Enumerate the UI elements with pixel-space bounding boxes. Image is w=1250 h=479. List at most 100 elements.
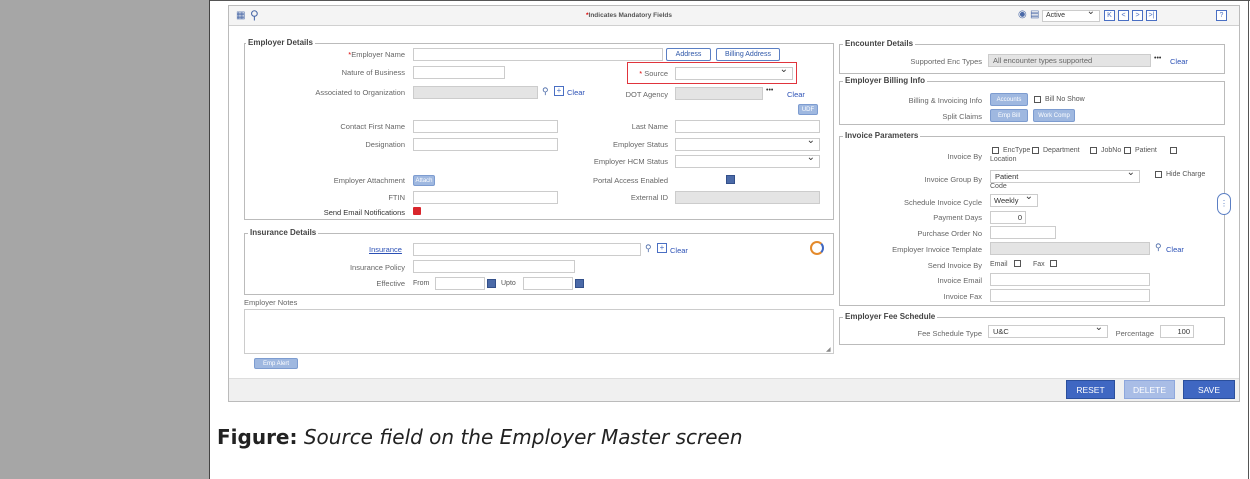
- next-record-button[interactable]: >: [1132, 10, 1143, 21]
- record-icon[interactable]: ◉: [1018, 9, 1027, 20]
- clear-template-link[interactable]: Clear: [1166, 245, 1184, 254]
- invoice-fax-input[interactable]: [990, 289, 1150, 302]
- department-checkbox[interactable]: [1032, 147, 1039, 154]
- insurance-input[interactable]: [413, 243, 641, 256]
- clear-org-link[interactable]: Clear: [567, 88, 585, 97]
- side-panel-handle[interactable]: ⋮: [1217, 193, 1231, 215]
- insurance-legend: Insurance Details: [248, 228, 319, 237]
- nature-of-business-input[interactable]: [413, 66, 505, 79]
- designation-input[interactable]: [413, 138, 558, 151]
- invoice-legend: Invoice Parameters: [843, 131, 921, 140]
- employer-hcm-status-select[interactable]: [675, 152, 820, 168]
- clear-dot-link[interactable]: Clear: [787, 90, 805, 99]
- add-org-button[interactable]: +: [554, 86, 564, 96]
- dot-agency-label: DOT Agency: [625, 90, 668, 99]
- contact-first-name-input[interactable]: [413, 120, 558, 133]
- jobno-label: JobNo: [1101, 147, 1122, 154]
- last-record-button[interactable]: >|: [1146, 10, 1157, 21]
- fax-checkbox[interactable]: [1050, 260, 1057, 267]
- contact-first-name-label: Contact First Name: [340, 122, 405, 131]
- first-record-button[interactable]: K: [1104, 10, 1115, 21]
- external-id-input: [675, 191, 820, 204]
- effective-upto-input[interactable]: [523, 277, 573, 290]
- attach-button[interactable]: Attach: [413, 175, 435, 186]
- insurance-policy-input[interactable]: [413, 260, 575, 273]
- bill-no-show-checkbox[interactable]: [1034, 96, 1041, 103]
- reset-button[interactable]: RESET: [1066, 380, 1115, 399]
- grid-icon[interactable]: ▦: [236, 10, 245, 21]
- insurance-link[interactable]: Insurance: [369, 245, 402, 254]
- clear-enc-link[interactable]: Clear: [1170, 57, 1188, 66]
- dot-agency-more-button[interactable]: •••: [766, 87, 773, 94]
- employer-details-legend: Employer Details: [246, 38, 315, 47]
- status-select[interactable]: Active: [1042, 7, 1100, 22]
- from-calendar-icon[interactable]: [487, 279, 496, 288]
- upto-calendar-icon[interactable]: [575, 279, 584, 288]
- patient-checkbox[interactable]: [1124, 147, 1131, 154]
- effective-from-input[interactable]: [435, 277, 485, 290]
- location-checkbox[interactable]: [1170, 147, 1177, 154]
- employer-hcm-status-label: Employer HCM Status: [593, 157, 668, 166]
- insurance-lookup-icon[interactable]: ⚲: [645, 243, 652, 254]
- fee-schedule-type-select[interactable]: U&C: [988, 322, 1108, 338]
- help-button[interactable]: ?: [1216, 10, 1227, 21]
- source-select[interactable]: [675, 64, 793, 80]
- clear-insurance-link[interactable]: Clear: [670, 246, 688, 255]
- patient-label: Patient: [1135, 147, 1157, 154]
- po-no-input[interactable]: [990, 226, 1056, 239]
- refresh-icon[interactable]: [810, 241, 824, 255]
- payment-days-input[interactable]: 0: [990, 211, 1026, 224]
- department-label: Department: [1043, 147, 1080, 154]
- enctype-checkbox[interactable]: [992, 147, 999, 154]
- invoice-by-label: Invoice By: [947, 152, 982, 161]
- employer-name-input[interactable]: [413, 48, 663, 61]
- delete-button[interactable]: DELETE: [1124, 380, 1175, 399]
- resize-handle[interactable]: ◢: [826, 346, 831, 353]
- schedule-cycle-label: Schedule Invoice Cycle: [904, 198, 982, 207]
- email-option-label: Email: [990, 261, 1008, 268]
- invoice-group-by-label: Invoice Group By: [924, 175, 982, 184]
- designation-label: Designation: [365, 140, 405, 149]
- external-id-label: External ID: [630, 193, 668, 202]
- billing-invoicing-label: Billing & Invoicing Info: [908, 96, 982, 105]
- add-insurance-button[interactable]: +: [657, 243, 667, 253]
- invoice-email-input[interactable]: [990, 273, 1150, 286]
- work-comp-button[interactable]: Work Comp: [1033, 109, 1075, 122]
- employer-status-select[interactable]: [675, 135, 820, 151]
- email-checkbox[interactable]: [1014, 260, 1021, 267]
- invoice-template-input: [990, 242, 1150, 255]
- employer-notes-textarea[interactable]: [244, 309, 834, 354]
- hide-charge-checkbox[interactable]: [1155, 171, 1162, 178]
- payment-days-label: Payment Days: [933, 213, 982, 222]
- udf-button[interactable]: UDF: [798, 104, 818, 115]
- jobno-checkbox[interactable]: [1090, 147, 1097, 154]
- insurance-policy-label: Insurance Policy: [349, 263, 405, 272]
- prev-record-button[interactable]: <: [1118, 10, 1129, 21]
- caption-text: Source field on the Employer Master scre…: [303, 425, 743, 449]
- printer-icon[interactable]: ▤: [1030, 9, 1039, 20]
- send-email-checkbox[interactable]: [413, 207, 421, 215]
- right-border: [1248, 0, 1249, 479]
- search-icon[interactable]: ⚲: [250, 8, 259, 22]
- hide-charge-label: Hide Charge: [1166, 171, 1206, 178]
- emp-bill-button[interactable]: Emp Bill: [990, 109, 1028, 122]
- lookup-icon[interactable]: ⚲: [542, 86, 549, 97]
- supported-enc-input: All encounter types supported: [988, 54, 1151, 67]
- invoice-group-by-select[interactable]: Patient: [990, 167, 1140, 183]
- enc-more-button[interactable]: •••: [1154, 55, 1161, 62]
- schedule-cycle-select[interactable]: Weekly: [990, 191, 1038, 207]
- last-name-input[interactable]: [675, 120, 820, 133]
- send-invoice-by-label: Send Invoice By: [927, 261, 982, 270]
- template-lookup-icon[interactable]: ⚲: [1155, 242, 1162, 253]
- emp-alert-button[interactable]: Emp Alert: [254, 358, 298, 369]
- calendar-icon[interactable]: [726, 175, 735, 184]
- enctype-label: EncType: [1003, 147, 1031, 154]
- ftin-input[interactable]: [413, 191, 558, 204]
- percentage-input[interactable]: 100: [1160, 325, 1194, 338]
- accounts-button[interactable]: Accounts: [990, 93, 1028, 106]
- save-button[interactable]: SAVE: [1183, 380, 1235, 399]
- source-label: * Source: [639, 69, 668, 78]
- address-button[interactable]: Address: [666, 48, 711, 61]
- mandatory-note: *Indicates Mandatory Fields: [586, 12, 672, 19]
- billing-address-button[interactable]: Billing Address: [716, 48, 780, 61]
